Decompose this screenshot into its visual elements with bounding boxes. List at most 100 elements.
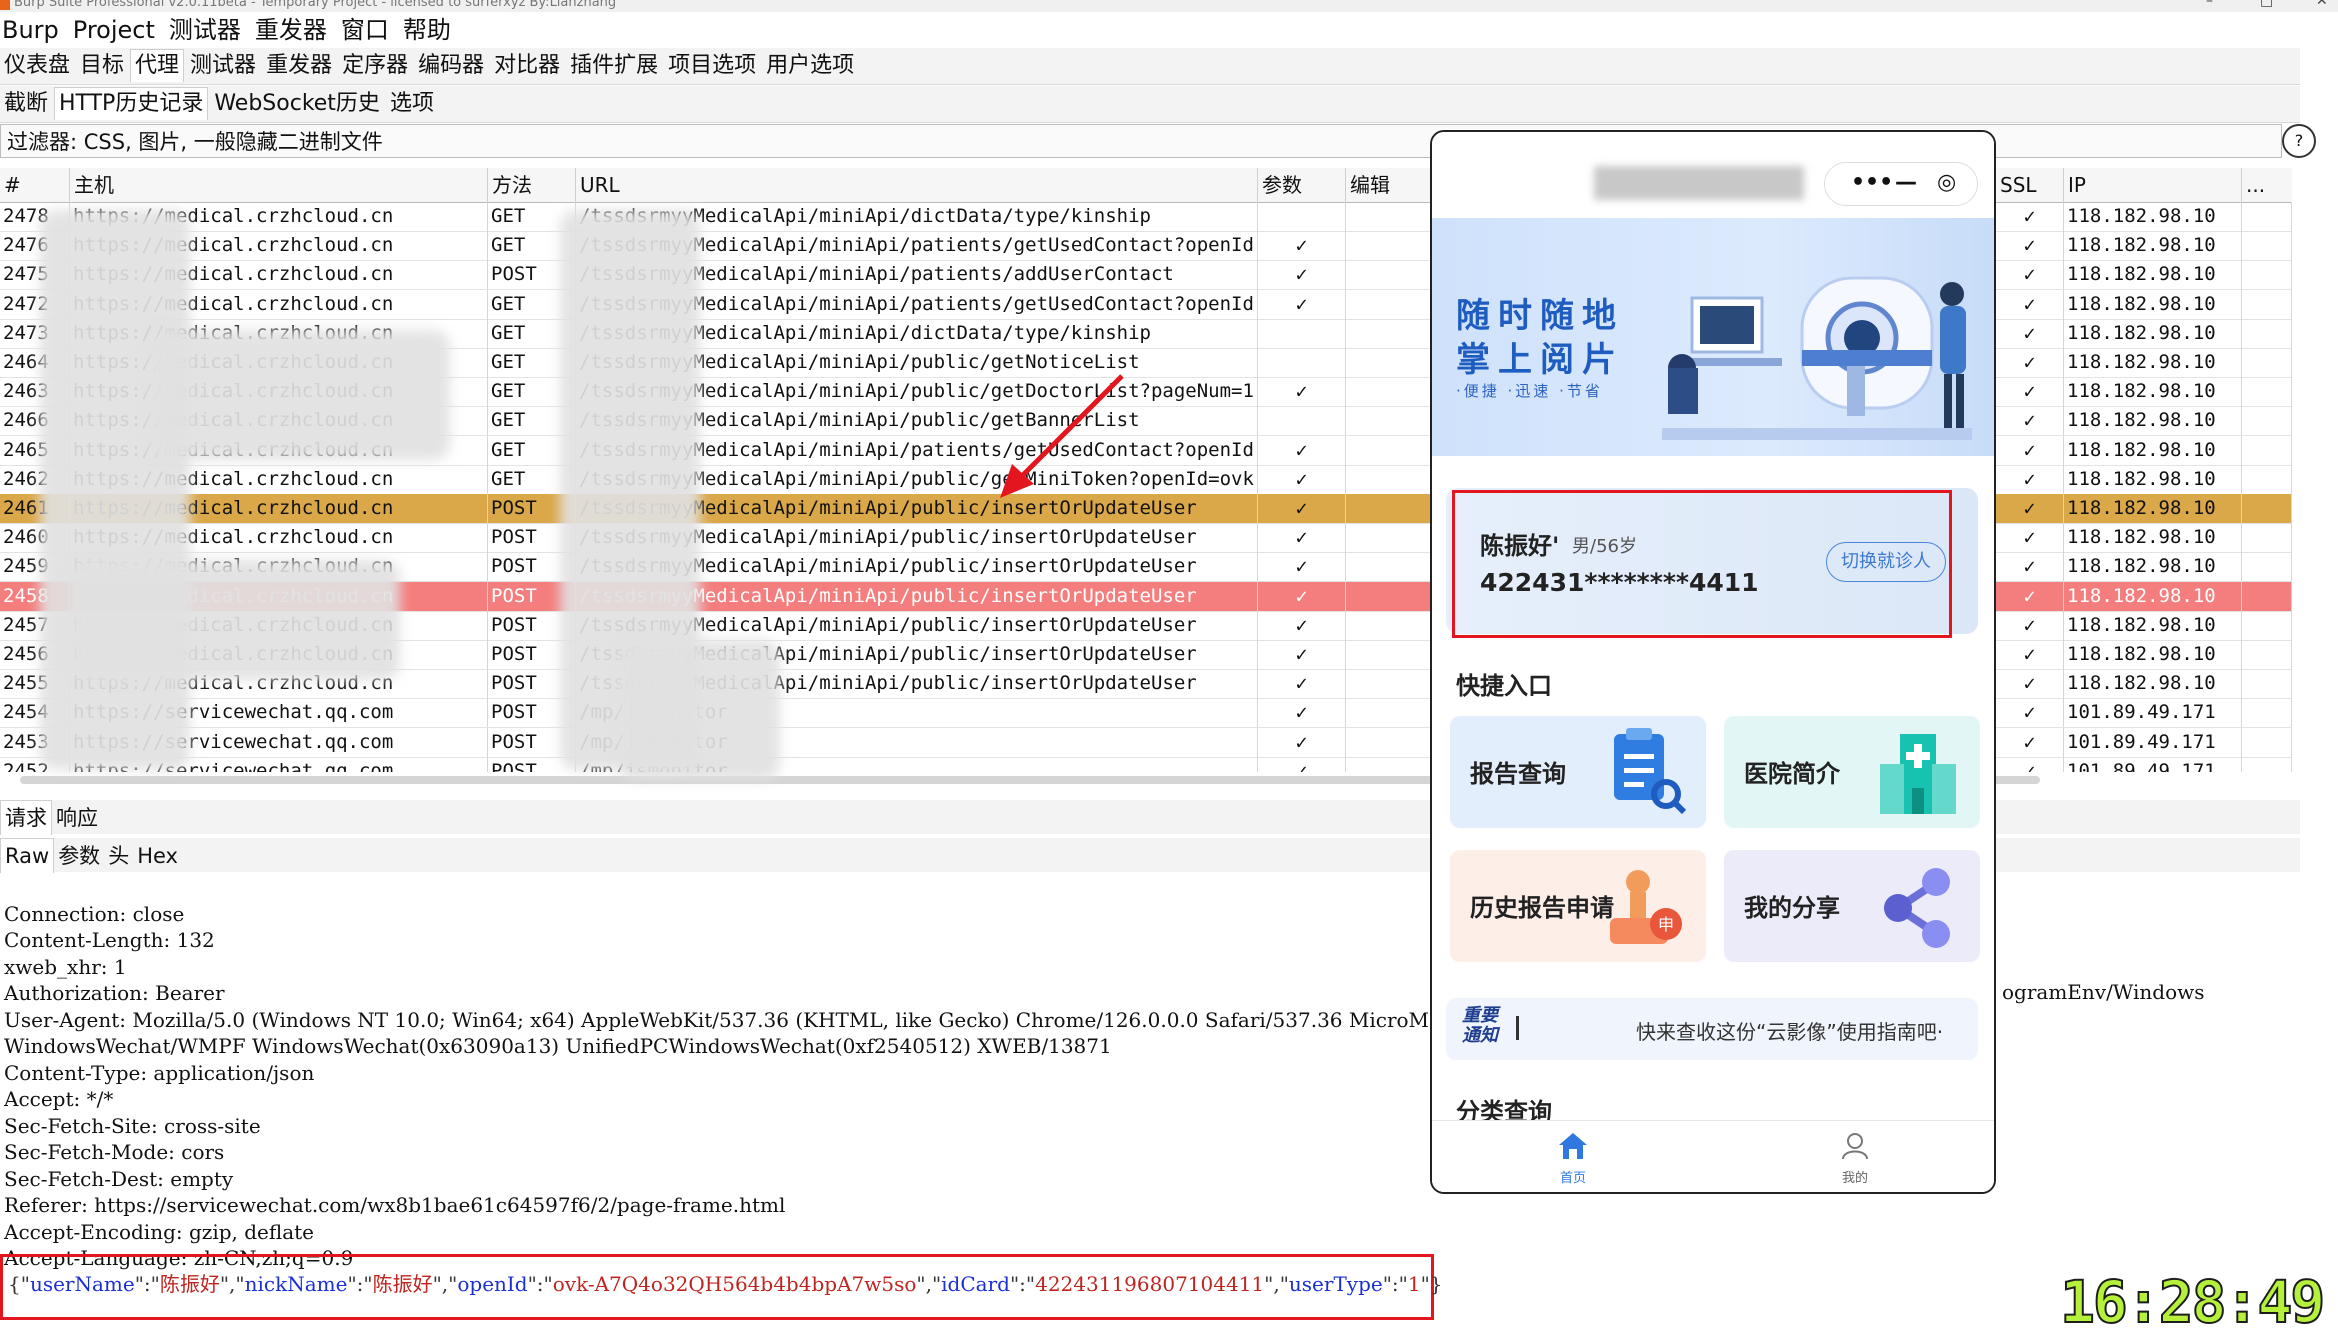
redaction-blur: [620, 640, 780, 780]
main-tab-bar: 仪表盘 目标 代理 测试器 重发器 定序器 编码器 对比器 插件扩展 项目选项 用户选项: [0, 48, 2300, 85]
cell-extra: [2242, 231, 2292, 261]
tab-hex[interactable]: Hex: [133, 839, 182, 873]
menu-help[interactable]: 帮助: [403, 16, 451, 44]
tab-decoder[interactable]: 编码器: [414, 48, 488, 84]
tab-headers[interactable]: 头: [104, 839, 133, 873]
json-value: ovk-A7Q4o32QH564b4b4bpA7w5so: [552, 1272, 917, 1296]
cell-ip: 118.182.98.10: [2064, 406, 2242, 436]
tile-label: 我的分享: [1744, 894, 1840, 922]
tab-intercept[interactable]: 截断: [0, 86, 52, 122]
tile-report-search[interactable]: 报告查询: [1450, 716, 1706, 828]
tabbar-home[interactable]: 首页: [1533, 1131, 1613, 1186]
cell-ip: 118.182.98.10: [2064, 318, 2242, 348]
tab-extender[interactable]: 插件扩展: [566, 48, 662, 84]
col-header-method[interactable]: 方法: [488, 168, 576, 202]
tab-params[interactable]: 参数: [54, 839, 104, 873]
menu-burp[interactable]: Burp: [2, 16, 59, 44]
cell-ssl: ✓: [1996, 260, 2064, 290]
cell-extra: [2242, 318, 2292, 348]
menu-repeater[interactable]: 重发器: [255, 16, 327, 44]
tab-dashboard[interactable]: 仪表盘: [0, 48, 74, 84]
cell-ssl: ✓: [1996, 552, 2064, 582]
notice-bar[interactable]: 重要 通知 快来查收这份“云影像”使用指南吧·: [1446, 998, 1978, 1060]
cell-ip: 101.89.49.171: [2064, 698, 2242, 728]
tab-comparer[interactable]: 对比器: [490, 48, 564, 84]
menu-project[interactable]: Project: [73, 16, 155, 44]
tile-hospital-intro[interactable]: 医院简介: [1724, 716, 1980, 828]
tile-history-report-apply[interactable]: 历史报告申请 申: [1450, 850, 1706, 962]
cell-ip: 118.182.98.10: [2064, 260, 2242, 290]
cell-ssl: ✓: [1996, 698, 2064, 728]
wechat-mini-program-window: ••• — ◎ 随时随地 掌上阅片 ·便捷 ·迅速 ·节省 陈振好' 男/56岁…: [1430, 130, 1996, 1194]
col-header-ssl[interactable]: SSL: [1996, 168, 2064, 202]
json-key: userName: [29, 1272, 135, 1296]
switch-patient-button[interactable]: 切换就诊人: [1826, 542, 1946, 582]
capsule-menu: ••• — ◎: [1824, 162, 1978, 206]
tab-intruder[interactable]: 测试器: [186, 48, 260, 84]
col-header-more[interactable]: ...: [2242, 168, 2292, 202]
home-icon: [1559, 1133, 1587, 1159]
close-target-icon[interactable]: ◎: [1937, 163, 1956, 203]
cell-params: ✓: [1258, 727, 1346, 757]
cell-ssl: ✓: [1996, 202, 2064, 231]
banner-title-line1: 随时随地: [1456, 296, 1624, 336]
tab-proxy-options[interactable]: 选项: [386, 86, 438, 122]
cell-ip: 118.182.98.10: [2064, 348, 2242, 377]
col-header-params[interactable]: 参数: [1258, 168, 1346, 202]
tile-my-share[interactable]: 我的分享: [1724, 850, 1980, 962]
cell-ssl: ✓: [1996, 377, 2064, 407]
col-header-ip[interactable]: IP: [2064, 168, 2242, 202]
minimize-icon[interactable]: –: [2206, 0, 2213, 8]
cell-params: ✓: [1258, 756, 1346, 772]
tab-request[interactable]: 请求: [0, 800, 52, 835]
cell-extra: [2242, 202, 2292, 231]
more-icon[interactable]: •••: [1851, 163, 1893, 203]
cell-params: ✓: [1258, 552, 1346, 582]
cell-extra: [2242, 640, 2292, 669]
cell-ip: 118.182.98.10: [2064, 231, 2242, 261]
banner[interactable]: 随时随地 掌上阅片 ·便捷 ·迅速 ·节省: [1432, 218, 1994, 456]
close-icon[interactable]: ✕: [2316, 0, 2328, 8]
cell-extra: [2242, 377, 2292, 407]
medical-scanner-illustration: [1662, 276, 1972, 440]
json-key: userType: [1288, 1272, 1383, 1296]
tab-project-options[interactable]: 项目选项: [664, 48, 760, 84]
cell-params: ✓: [1258, 698, 1346, 728]
notice-badge-line1: 重要: [1462, 1005, 1498, 1026]
cell-params: ✓: [1258, 669, 1346, 699]
minimize-icon[interactable]: —: [1895, 163, 1917, 203]
cell-ip: 118.182.98.10: [2064, 669, 2242, 699]
window-title-bar: Burp Suite Professional v2.0.11beta - Te…: [0, 0, 2338, 12]
cell-params: [1258, 406, 1346, 436]
json-key: openId: [457, 1272, 528, 1296]
col-header-id[interactable]: #: [0, 168, 70, 202]
history-apply-icon: 申: [1610, 870, 1682, 944]
cell-extra: [2242, 669, 2292, 699]
cell-ip: 118.182.98.10: [2064, 494, 2242, 523]
menu-window[interactable]: 窗口: [341, 16, 389, 44]
tab-raw[interactable]: Raw: [0, 838, 55, 873]
tab-user-options[interactable]: 用户选项: [762, 48, 858, 84]
tab-response[interactable]: 响应: [52, 801, 102, 835]
tab-target[interactable]: 目标: [76, 48, 128, 84]
cell-extra: [2242, 552, 2292, 582]
tab-http-history[interactable]: HTTP历史记录: [54, 87, 209, 120]
red-arrow-annotation: [1000, 374, 1124, 498]
menu-intruder[interactable]: 测试器: [169, 16, 241, 44]
cell-ssl: ✓: [1996, 494, 2064, 523]
cell-params: ✓: [1258, 523, 1346, 553]
tab-proxy[interactable]: 代理: [130, 49, 185, 82]
tab-websocket-history[interactable]: WebSocket历史: [210, 86, 384, 122]
col-header-host[interactable]: 主机: [70, 168, 488, 202]
maximize-icon[interactable]: □: [2260, 0, 2273, 8]
tab-sequencer[interactable]: 定序器: [338, 48, 412, 84]
tabbar-mine[interactable]: 我的: [1815, 1131, 1895, 1186]
tabbar-mine-label: 我的: [1841, 1171, 1868, 1186]
tab-repeater[interactable]: 重发器: [262, 48, 336, 84]
col-header-url[interactable]: URL: [576, 168, 1258, 202]
tile-label: 报告查询: [1470, 760, 1566, 788]
cell-params: ✓: [1258, 435, 1346, 465]
mini-program-nav-bar: ••• — ◎: [1432, 132, 1994, 218]
request-json-body[interactable]: {"userName":"陈振好","nickName":"陈振好","open…: [8, 1268, 1443, 1297]
filter-help-icon[interactable]: ?: [2282, 124, 2316, 158]
